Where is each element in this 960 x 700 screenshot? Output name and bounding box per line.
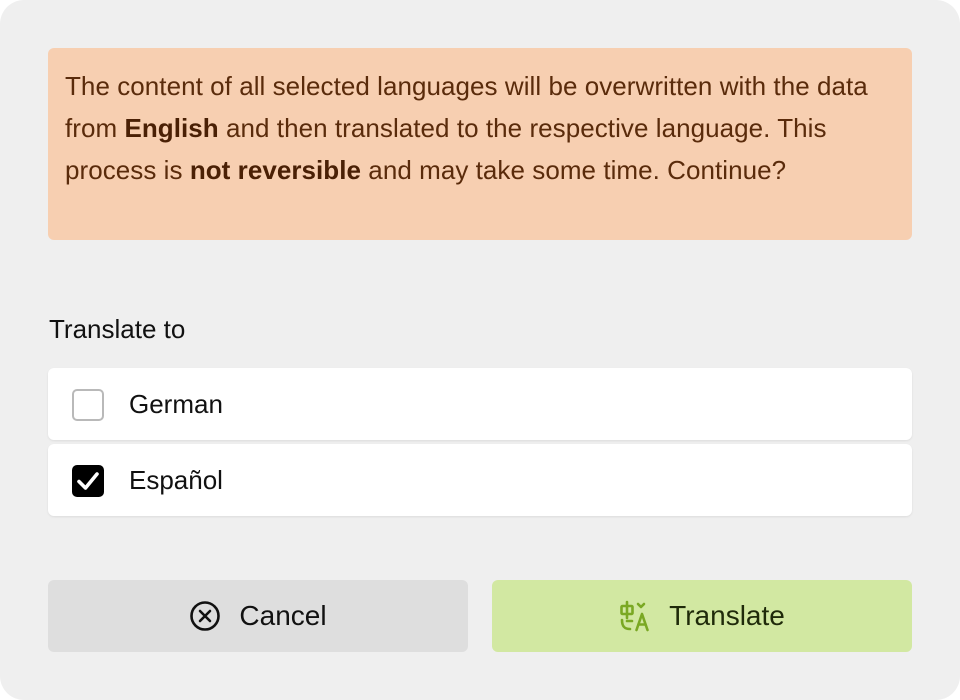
- not-reversible-emphasis: not reversible: [189, 155, 362, 185]
- translate-to-label: Translate to: [49, 314, 186, 344]
- cancel-label: Cancel: [239, 600, 327, 631]
- language-option-german[interactable]: German: [48, 368, 912, 440]
- espanol-checkbox[interactable]: [72, 465, 104, 497]
- translate-dialog: The content of all selected languages wi…: [0, 0, 960, 700]
- warning-text-part3: and may take some time. Continue?: [361, 155, 787, 185]
- german-checkbox[interactable]: [72, 389, 104, 421]
- language-label: German: [129, 389, 223, 419]
- cancel-button[interactable]: Cancel: [48, 580, 468, 652]
- translate-label: Translate: [669, 600, 785, 631]
- overwrite-warning: The content of all selected languages wi…: [48, 48, 912, 240]
- close-circle-icon: [189, 600, 221, 632]
- language-option-espanol[interactable]: Español: [48, 444, 912, 516]
- translate-icon: [619, 600, 651, 632]
- translate-button[interactable]: Translate: [492, 580, 912, 652]
- language-label: Español: [129, 465, 223, 495]
- source-language: English: [124, 113, 219, 143]
- checkmark-icon: [77, 472, 99, 490]
